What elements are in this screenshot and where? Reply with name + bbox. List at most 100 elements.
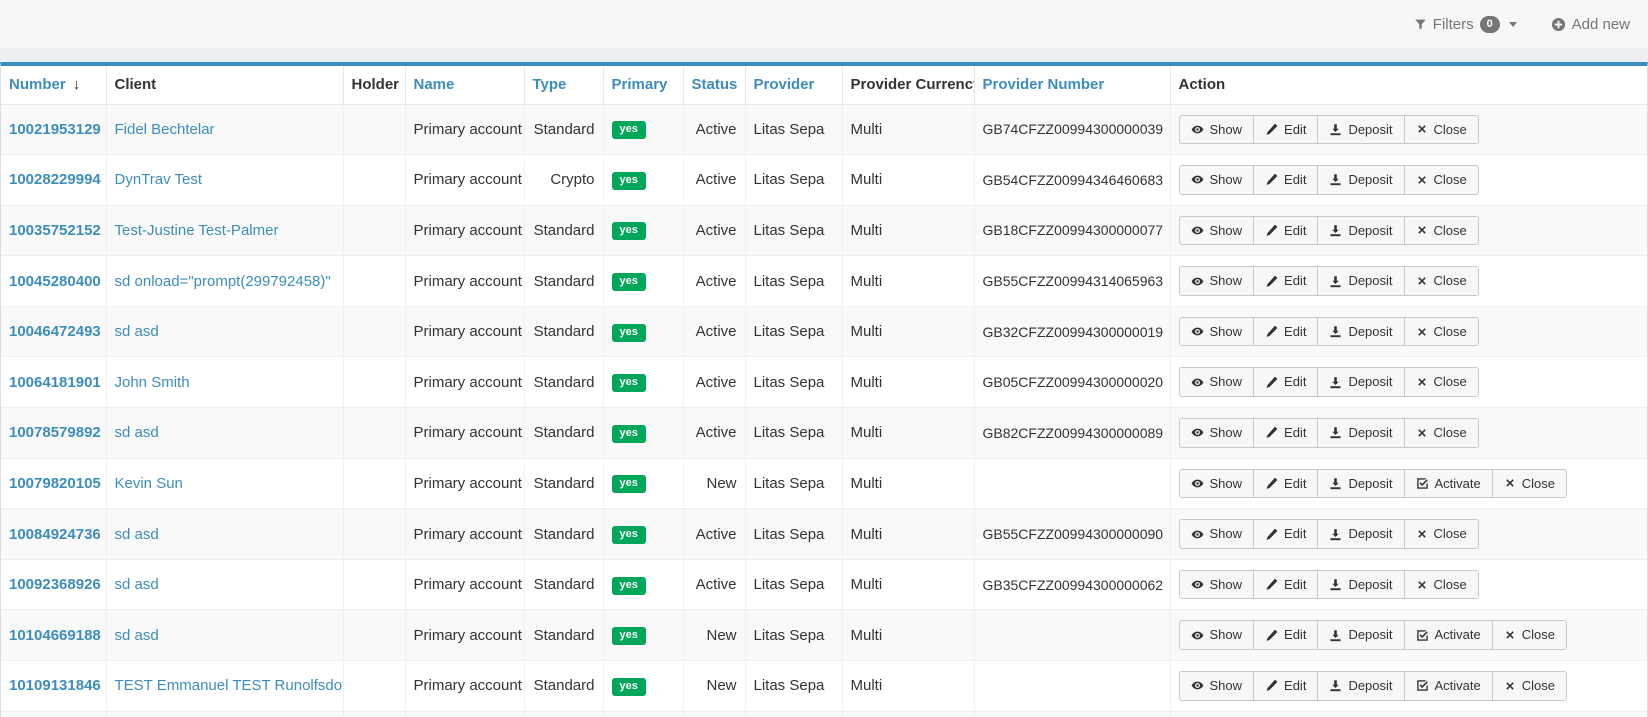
account-number-link[interactable]: 10045280400 xyxy=(9,273,101,290)
account-number-link[interactable]: 10079820105 xyxy=(9,475,101,492)
show-button[interactable]: Show xyxy=(1179,165,1255,195)
client-link[interactable]: DynTrav Test xyxy=(115,171,203,188)
client-link[interactable]: sd asd xyxy=(115,627,159,644)
close-button-label: Close xyxy=(1434,374,1467,390)
edit-button[interactable]: Edit xyxy=(1253,367,1318,397)
account-number-link[interactable]: 10035752152 xyxy=(9,222,101,239)
column-header-status[interactable]: Status xyxy=(683,66,745,104)
show-button[interactable]: Show xyxy=(1179,367,1255,397)
activate-button[interactable]: Activate xyxy=(1404,620,1493,650)
column-header-name[interactable]: Name xyxy=(405,66,524,104)
edit-button[interactable]: Edit xyxy=(1253,317,1318,347)
edit-button-label: Edit xyxy=(1284,678,1306,694)
edit-button[interactable]: Edit xyxy=(1253,620,1318,650)
add-new-button[interactable]: Add new xyxy=(1551,16,1630,33)
edit-button[interactable]: Edit xyxy=(1253,469,1318,499)
column-header-provider[interactable]: Provider xyxy=(745,66,842,104)
client-link[interactable]: TEST Emmanuel TEST Runolfsdottir xyxy=(115,677,344,694)
close-button[interactable]: Close xyxy=(1404,115,1479,145)
close-button[interactable]: Close xyxy=(1404,570,1479,600)
deposit-button[interactable]: Deposit xyxy=(1317,519,1404,549)
show-button[interactable]: Show xyxy=(1179,671,1255,701)
account-number-link[interactable]: 10104669188 xyxy=(9,627,101,644)
account-number-link[interactable]: 10084924736 xyxy=(9,526,101,543)
deposit-button[interactable]: Deposit xyxy=(1317,418,1404,448)
account-number-link[interactable]: 10028229994 xyxy=(9,171,101,188)
column-header-provider-number[interactable]: Provider Number xyxy=(974,66,1170,104)
client-link[interactable]: Test-Justine Test-Palmer xyxy=(115,222,279,239)
edit-button[interactable]: Edit xyxy=(1253,418,1318,448)
deposit-button[interactable]: Deposit xyxy=(1317,570,1404,600)
number-cell: 10109131846 xyxy=(1,661,106,712)
close-button[interactable]: Close xyxy=(1404,418,1479,448)
edit-button[interactable]: Edit xyxy=(1253,570,1318,600)
show-button[interactable]: Show xyxy=(1179,115,1255,145)
eye-icon xyxy=(1191,629,1204,642)
x-icon xyxy=(1504,629,1516,641)
edit-button[interactable]: Edit xyxy=(1253,216,1318,246)
column-header-number[interactable]: Number↓ xyxy=(1,66,106,104)
close-button[interactable]: Close xyxy=(1404,317,1479,347)
account-number-link[interactable]: 10092368926 xyxy=(9,576,101,593)
edit-button[interactable]: Edit xyxy=(1253,165,1318,195)
client-link[interactable]: sd onload="prompt(299792458)" xyxy=(115,273,331,290)
edit-button[interactable]: Edit xyxy=(1253,671,1318,701)
client-link[interactable]: sd asd xyxy=(115,323,159,340)
account-number-link[interactable]: 10021953129 xyxy=(9,121,101,138)
deposit-button[interactable]: Deposit xyxy=(1317,469,1404,499)
column-header-primary[interactable]: Primary xyxy=(603,66,683,104)
activate-button[interactable]: Activate xyxy=(1404,671,1493,701)
deposit-button[interactable]: Deposit xyxy=(1317,115,1404,145)
client-link[interactable]: Fidel Bechtelar xyxy=(115,121,215,138)
deposit-button[interactable]: Deposit xyxy=(1317,367,1404,397)
provider-cell: Litas Sepa xyxy=(745,610,842,661)
client-link[interactable]: John Smith xyxy=(115,374,190,391)
client-link[interactable]: sd asd xyxy=(115,576,159,593)
column-header-action: Action xyxy=(1170,66,1647,104)
deposit-button[interactable]: Deposit xyxy=(1317,620,1404,650)
show-button[interactable]: Show xyxy=(1179,216,1255,246)
deposit-button[interactable]: Deposit xyxy=(1317,266,1404,296)
show-button[interactable]: Show xyxy=(1179,266,1255,296)
client-link[interactable]: sd asd xyxy=(115,526,159,543)
client-link[interactable]: Kevin Sun xyxy=(115,475,183,492)
activate-button[interactable]: Activate xyxy=(1404,469,1493,499)
edit-button[interactable]: Edit xyxy=(1253,115,1318,145)
show-button[interactable]: Show xyxy=(1179,317,1255,347)
pencil-icon xyxy=(1265,224,1278,237)
edit-button[interactable]: Edit xyxy=(1253,519,1318,549)
close-button[interactable]: Close xyxy=(1492,620,1567,650)
show-button[interactable]: Show xyxy=(1179,620,1255,650)
account-number-link[interactable]: 10078579892 xyxy=(9,424,101,441)
primary-badge: yes xyxy=(612,627,646,645)
account-number-link[interactable]: 10109131846 xyxy=(9,677,101,694)
close-button[interactable]: Close xyxy=(1404,165,1479,195)
status-cell: Active xyxy=(683,306,745,357)
account-number-link[interactable]: 10064181901 xyxy=(9,374,101,391)
close-button[interactable]: Close xyxy=(1492,671,1567,701)
show-button[interactable]: Show xyxy=(1179,418,1255,448)
deposit-button[interactable]: Deposit xyxy=(1317,216,1404,246)
account-number-link[interactable]: 10046472493 xyxy=(9,323,101,340)
deposit-button[interactable]: Deposit xyxy=(1317,165,1404,195)
close-button[interactable]: Close xyxy=(1404,367,1479,397)
edit-button[interactable]: Edit xyxy=(1253,266,1318,296)
show-button[interactable]: Show xyxy=(1179,469,1255,499)
column-header-type[interactable]: Type xyxy=(524,66,603,104)
filters-dropdown-toggle[interactable]: Filters 0 xyxy=(1414,16,1517,33)
close-button[interactable]: Close xyxy=(1404,266,1479,296)
deposit-button[interactable]: Deposit xyxy=(1317,317,1404,347)
action-button-group: ShowEditDepositClose xyxy=(1179,317,1479,347)
name-cell: Primary account xyxy=(405,256,524,307)
close-button[interactable]: Close xyxy=(1404,519,1479,549)
close-button[interactable]: Close xyxy=(1492,469,1567,499)
deposit-button[interactable]: Deposit xyxy=(1317,671,1404,701)
show-button[interactable]: Show xyxy=(1179,570,1255,600)
show-button[interactable]: Show xyxy=(1179,519,1255,549)
number-cell: 10021953129 xyxy=(1,104,106,155)
pencil-icon xyxy=(1265,376,1278,389)
edit-button-label: Edit xyxy=(1284,172,1306,188)
client-link[interactable]: sd asd xyxy=(115,424,159,441)
close-button[interactable]: Close xyxy=(1404,216,1479,246)
status-cell: New xyxy=(683,711,745,717)
